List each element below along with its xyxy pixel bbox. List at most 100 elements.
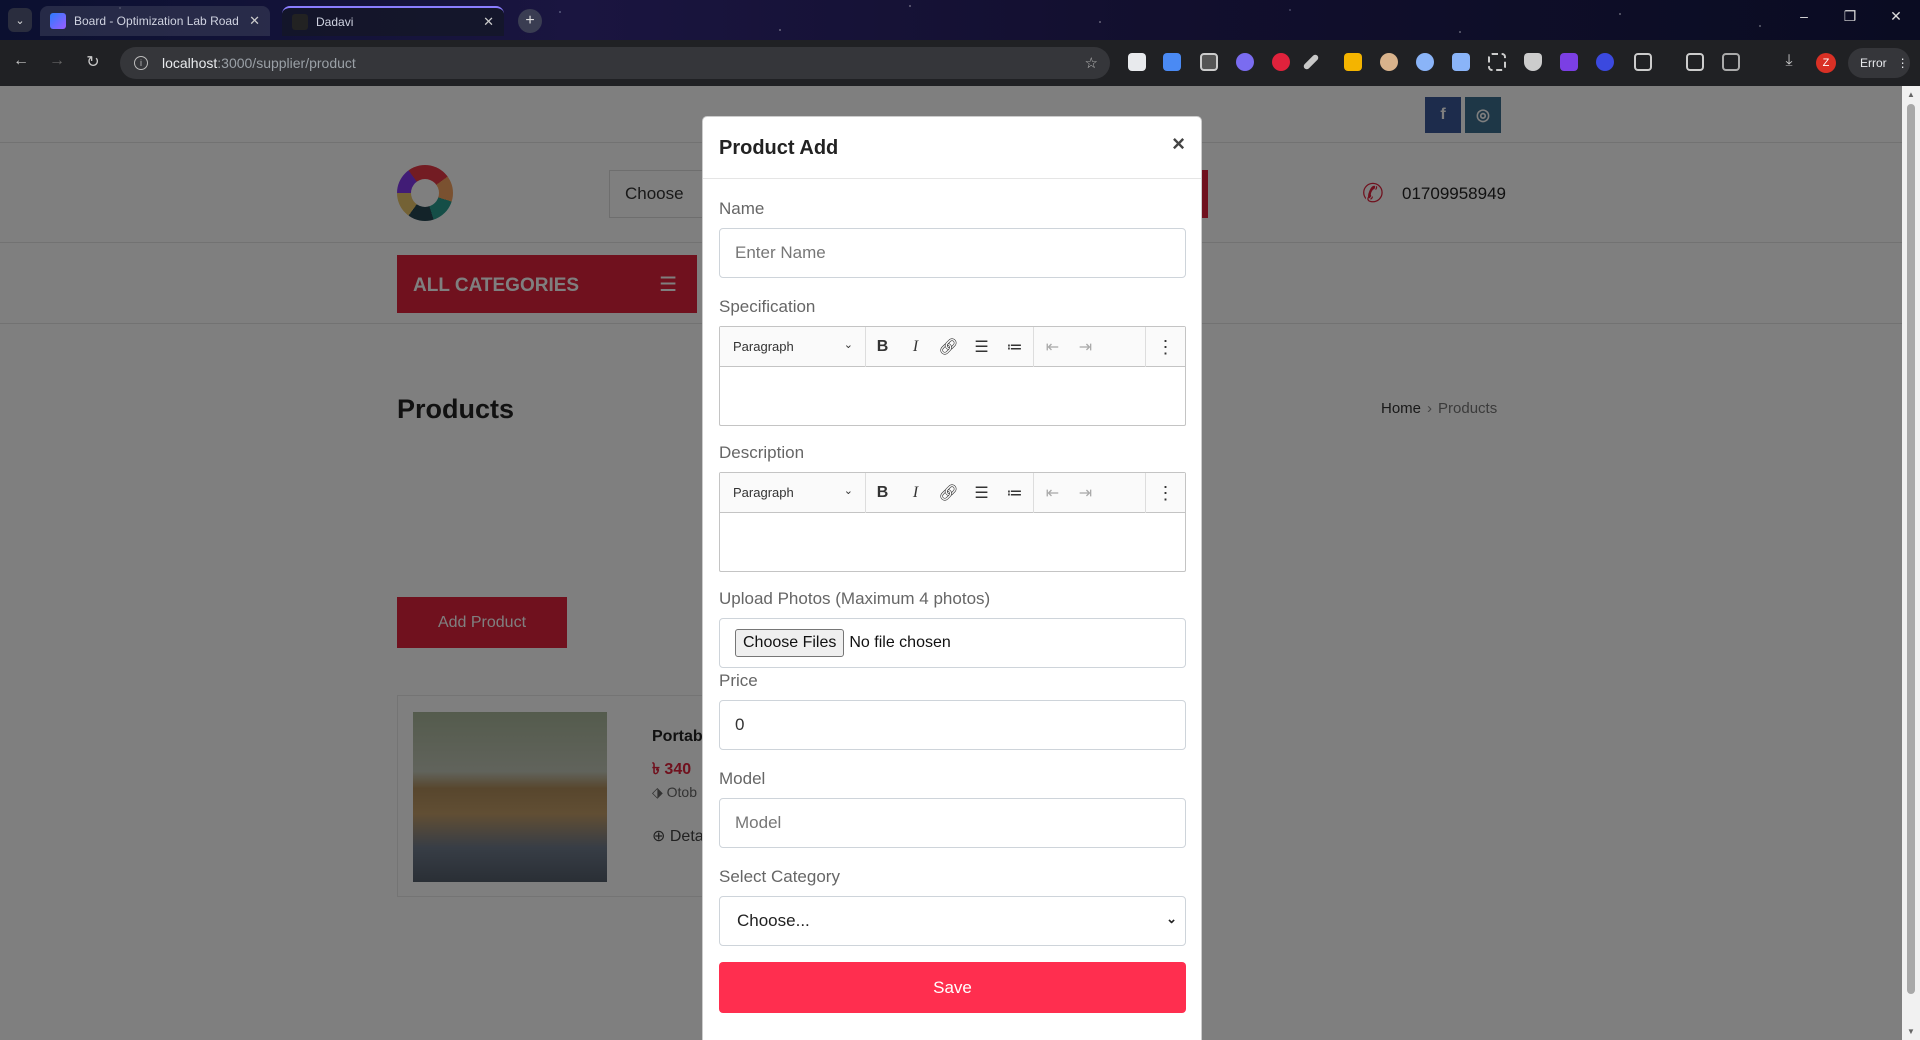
extension-translate-icon[interactable] (1163, 53, 1181, 71)
side-panel-icon[interactable] (1686, 53, 1704, 71)
product-add-modal: Product Add × Name Enter Name Specificat… (702, 116, 1202, 1040)
editor-toolbar: Paragraph ⌄ B I 🔗︎ ☰ ≔ ⇤ ⇥ ⋮ (720, 326, 1185, 367)
back-icon[interactable]: ← (10, 52, 32, 70)
extension-sheet-icon[interactable] (1128, 53, 1146, 71)
extension-notes-icon[interactable] (1344, 53, 1362, 71)
description-content-area[interactable] (720, 513, 1185, 571)
extension-gear-icon[interactable] (1236, 53, 1254, 71)
description-label: Description (719, 443, 805, 462)
italic-icon[interactable]: I (899, 327, 932, 367)
scroll-down-icon[interactable]: ▼ (1907, 1027, 1915, 1036)
photo-upload-field[interactable]: Choose Files No file chosen (719, 618, 1186, 668)
tab-title: Dadavi (316, 15, 354, 29)
description-editor: Paragraph ⌄ B I 🔗︎ ☰ ≔ ⇤ ⇥ ⋮ (719, 472, 1186, 572)
tab-dadavi[interactable]: Dadavi ✕ (282, 6, 504, 36)
error-chip[interactable]: Error ⋮ (1848, 48, 1910, 78)
model-input[interactable]: Model (719, 798, 1186, 848)
tab-close-icon[interactable]: ✕ (249, 13, 260, 29)
page-scrollbar[interactable]: ▲ ▼ (1902, 86, 1920, 1040)
error-chip-label: Error (1860, 56, 1887, 70)
select-category-label: Select Category (719, 867, 840, 886)
more-options-icon[interactable]: ⋮ (1145, 473, 1185, 513)
paragraph-dropdown[interactable]: Paragraph ⌄ (720, 326, 866, 367)
specification-label: Specification (719, 297, 816, 316)
url-host: localhost (162, 55, 218, 71)
chevron-down-icon: ⌄ (843, 338, 853, 351)
forward-icon[interactable]: → (46, 52, 68, 70)
name-label: Name (719, 199, 765, 218)
new-tab-button[interactable]: + (518, 9, 542, 33)
url-path: :3000/supplier/product (217, 55, 356, 71)
specification-editor: Paragraph ⌄ B I 🔗︎ ☰ ≔ ⇤ ⇥ ⋮ (719, 326, 1186, 426)
indent-icon[interactable]: ⇥ (1069, 327, 1102, 367)
browser-toolbar: ← → ↻ i localhost:3000/supplier/product … (0, 40, 1920, 86)
reading-list-icon[interactable] (1722, 53, 1740, 71)
bulleted-list-icon[interactable]: ☰ (965, 327, 998, 367)
save-button[interactable]: Save (719, 962, 1186, 1013)
italic-icon[interactable]: I (899, 473, 932, 513)
page-viewport: f ◎ Choose ✆ 01709958949 ALL CATEGORIES … (0, 86, 1902, 1040)
extension-counter-icon[interactable] (1596, 53, 1614, 71)
modal-title: Product Add (719, 137, 839, 159)
board-favicon-icon (50, 13, 66, 29)
extension-b-icon[interactable] (1452, 53, 1470, 71)
minimize-icon[interactable]: – (1792, 8, 1816, 24)
numbered-list-icon[interactable]: ≔ (998, 327, 1031, 367)
extension-capture-icon[interactable] (1488, 53, 1506, 71)
paragraph-dropdown[interactable]: Paragraph ⌄ (720, 472, 866, 513)
chevron-down-icon: ⌄ (843, 484, 853, 497)
paragraph-label: Paragraph (733, 339, 794, 354)
toolbar-divider (1033, 326, 1034, 367)
scroll-up-icon[interactable]: ▲ (1907, 90, 1915, 99)
bookmark-star-icon[interactable]: ☆ (1085, 54, 1098, 72)
choose-files-button[interactable]: Choose Files (735, 629, 845, 657)
restore-icon[interactable]: ❐ (1838, 8, 1862, 25)
toolbar-divider (1033, 472, 1034, 513)
extension-picker-icon[interactable] (1302, 53, 1320, 71)
close-icon[interactable]: × (1172, 131, 1185, 157)
extension-shield-icon[interactable] (1524, 53, 1542, 71)
adblock-icon[interactable] (1272, 53, 1290, 71)
more-options-icon[interactable]: ⋮ (1145, 327, 1185, 367)
editor-toolbar: Paragraph ⌄ B I 🔗︎ ☰ ≔ ⇤ ⇥ ⋮ (720, 472, 1185, 513)
download-icon[interactable]: ⤓ (1778, 52, 1800, 70)
extensions-puzzle-icon[interactable] (1634, 53, 1652, 71)
outdent-icon[interactable]: ⇤ (1036, 473, 1069, 513)
modal-header: Product Add × (703, 117, 1201, 179)
window-close-icon[interactable]: ✕ (1884, 8, 1908, 25)
tab-close-icon[interactable]: ✕ (483, 14, 494, 30)
paragraph-label: Paragraph (733, 485, 794, 500)
address-bar[interactable]: i localhost:3000/supplier/product ☆ (120, 47, 1110, 79)
category-select[interactable]: Choose... ⌄ (719, 896, 1186, 946)
bold-icon[interactable]: B (866, 473, 899, 513)
model-label: Model (719, 769, 766, 788)
bulleted-list-icon[interactable]: ☰ (965, 473, 998, 513)
file-status-text: No file chosen (849, 634, 951, 651)
extension-purple-icon[interactable] (1560, 53, 1578, 71)
extension-reader-icon[interactable] (1200, 53, 1218, 71)
tab-title: Board - Optimization Lab Road (74, 14, 239, 28)
dadavi-favicon-icon (292, 14, 308, 30)
bold-icon[interactable]: B (866, 327, 899, 367)
name-input[interactable]: Enter Name (719, 228, 1186, 278)
tab-search-button[interactable]: ⌄ (8, 8, 32, 32)
upload-photos-label: Upload Photos (Maximum 4 photos) (719, 589, 991, 608)
specification-content-area[interactable] (720, 367, 1185, 425)
link-icon[interactable]: 🔗︎ (932, 473, 965, 513)
reload-icon[interactable]: ↻ (82, 52, 104, 72)
scrollbar-thumb[interactable] (1907, 104, 1915, 994)
link-icon[interactable]: 🔗︎ (932, 327, 965, 367)
browser-tab-bar: ⌄ Board - Optimization Lab Road ✕ Dadavi… (0, 0, 1920, 40)
chevron-down-icon: ⌄ (1166, 911, 1177, 926)
extension-badge-icon[interactable] (1416, 53, 1434, 71)
indent-icon[interactable]: ⇥ (1069, 473, 1102, 513)
outdent-icon[interactable]: ⇤ (1036, 327, 1069, 367)
numbered-list-icon[interactable]: ≔ (998, 473, 1031, 513)
profile-avatar[interactable]: Z (1816, 53, 1836, 73)
kebab-menu-icon[interactable]: ⋮ (1897, 56, 1909, 70)
category-select-value: Choose... (737, 911, 810, 930)
price-input[interactable]: 0 (719, 700, 1186, 750)
site-info-icon[interactable]: i (134, 56, 148, 70)
tab-board[interactable]: Board - Optimization Lab Road ✕ (40, 6, 270, 36)
extension-monkey-icon[interactable] (1380, 53, 1398, 71)
